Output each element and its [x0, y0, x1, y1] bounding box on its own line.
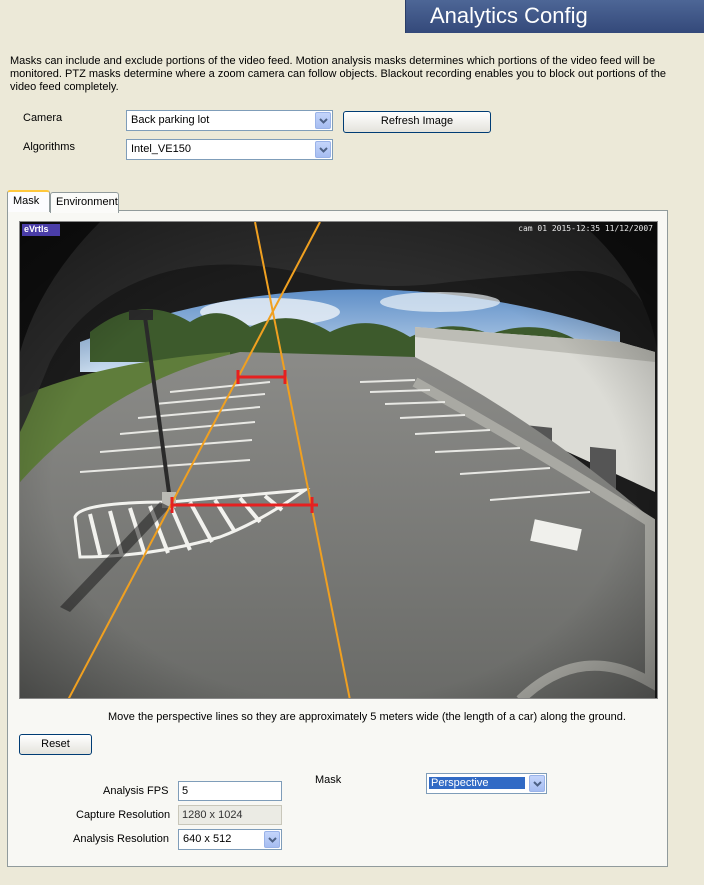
algorithms-select[interactable]: Intel_VE150	[126, 139, 333, 160]
analysis-resolution-label: Analysis Resolution	[73, 833, 169, 845]
capture-resolution-field: 1280 x 1024	[178, 805, 282, 825]
video-timestamp: cam 01 2015-12:35 11/12/2007	[518, 224, 653, 233]
tab-mask[interactable]: Mask	[7, 190, 50, 212]
algorithms-select-value: Intel_VE150	[131, 143, 191, 155]
capture-resolution-label: Capture Resolution	[76, 809, 171, 821]
analysis-resolution-value: 640 x 512	[183, 833, 232, 845]
video-logo: eVrtls	[24, 224, 49, 234]
perspective-hint: Move the perspective lines so they are a…	[108, 711, 626, 723]
video-frame-svg	[20, 222, 657, 698]
mask-select-value: Perspective	[429, 777, 525, 789]
header: Analytics Config	[0, 0, 704, 33]
page-title: Analytics Config	[430, 3, 588, 28]
mask-label: Mask	[315, 774, 342, 786]
chevron-down-icon[interactable]	[315, 141, 331, 158]
camera-select[interactable]: Back parking lot	[126, 110, 333, 131]
chevron-down-icon[interactable]	[529, 775, 545, 792]
analysis-resolution-select[interactable]: 640 x 512	[178, 829, 282, 850]
camera-label: Camera	[23, 112, 63, 124]
mask-select[interactable]: Perspective	[426, 773, 547, 794]
reset-button[interactable]: Reset	[19, 734, 92, 755]
refresh-image-button[interactable]: Refresh Image	[343, 111, 491, 133]
algorithms-label: Algorithms	[23, 141, 75, 153]
tab-environment[interactable]: Environment	[50, 192, 119, 213]
chevron-down-icon[interactable]	[264, 831, 280, 848]
analysis-fps-label: Analysis FPS	[103, 785, 169, 797]
analysis-fps-input[interactable]: 5	[178, 781, 282, 801]
description-text: Masks can include and exclude portions o…	[10, 55, 667, 93]
camera-select-value: Back parking lot	[131, 114, 210, 126]
chevron-down-icon[interactable]	[315, 112, 331, 129]
camera-video-feed[interactable]: eVrtls cam 01 2015-12:35 11/12/2007	[19, 221, 658, 699]
